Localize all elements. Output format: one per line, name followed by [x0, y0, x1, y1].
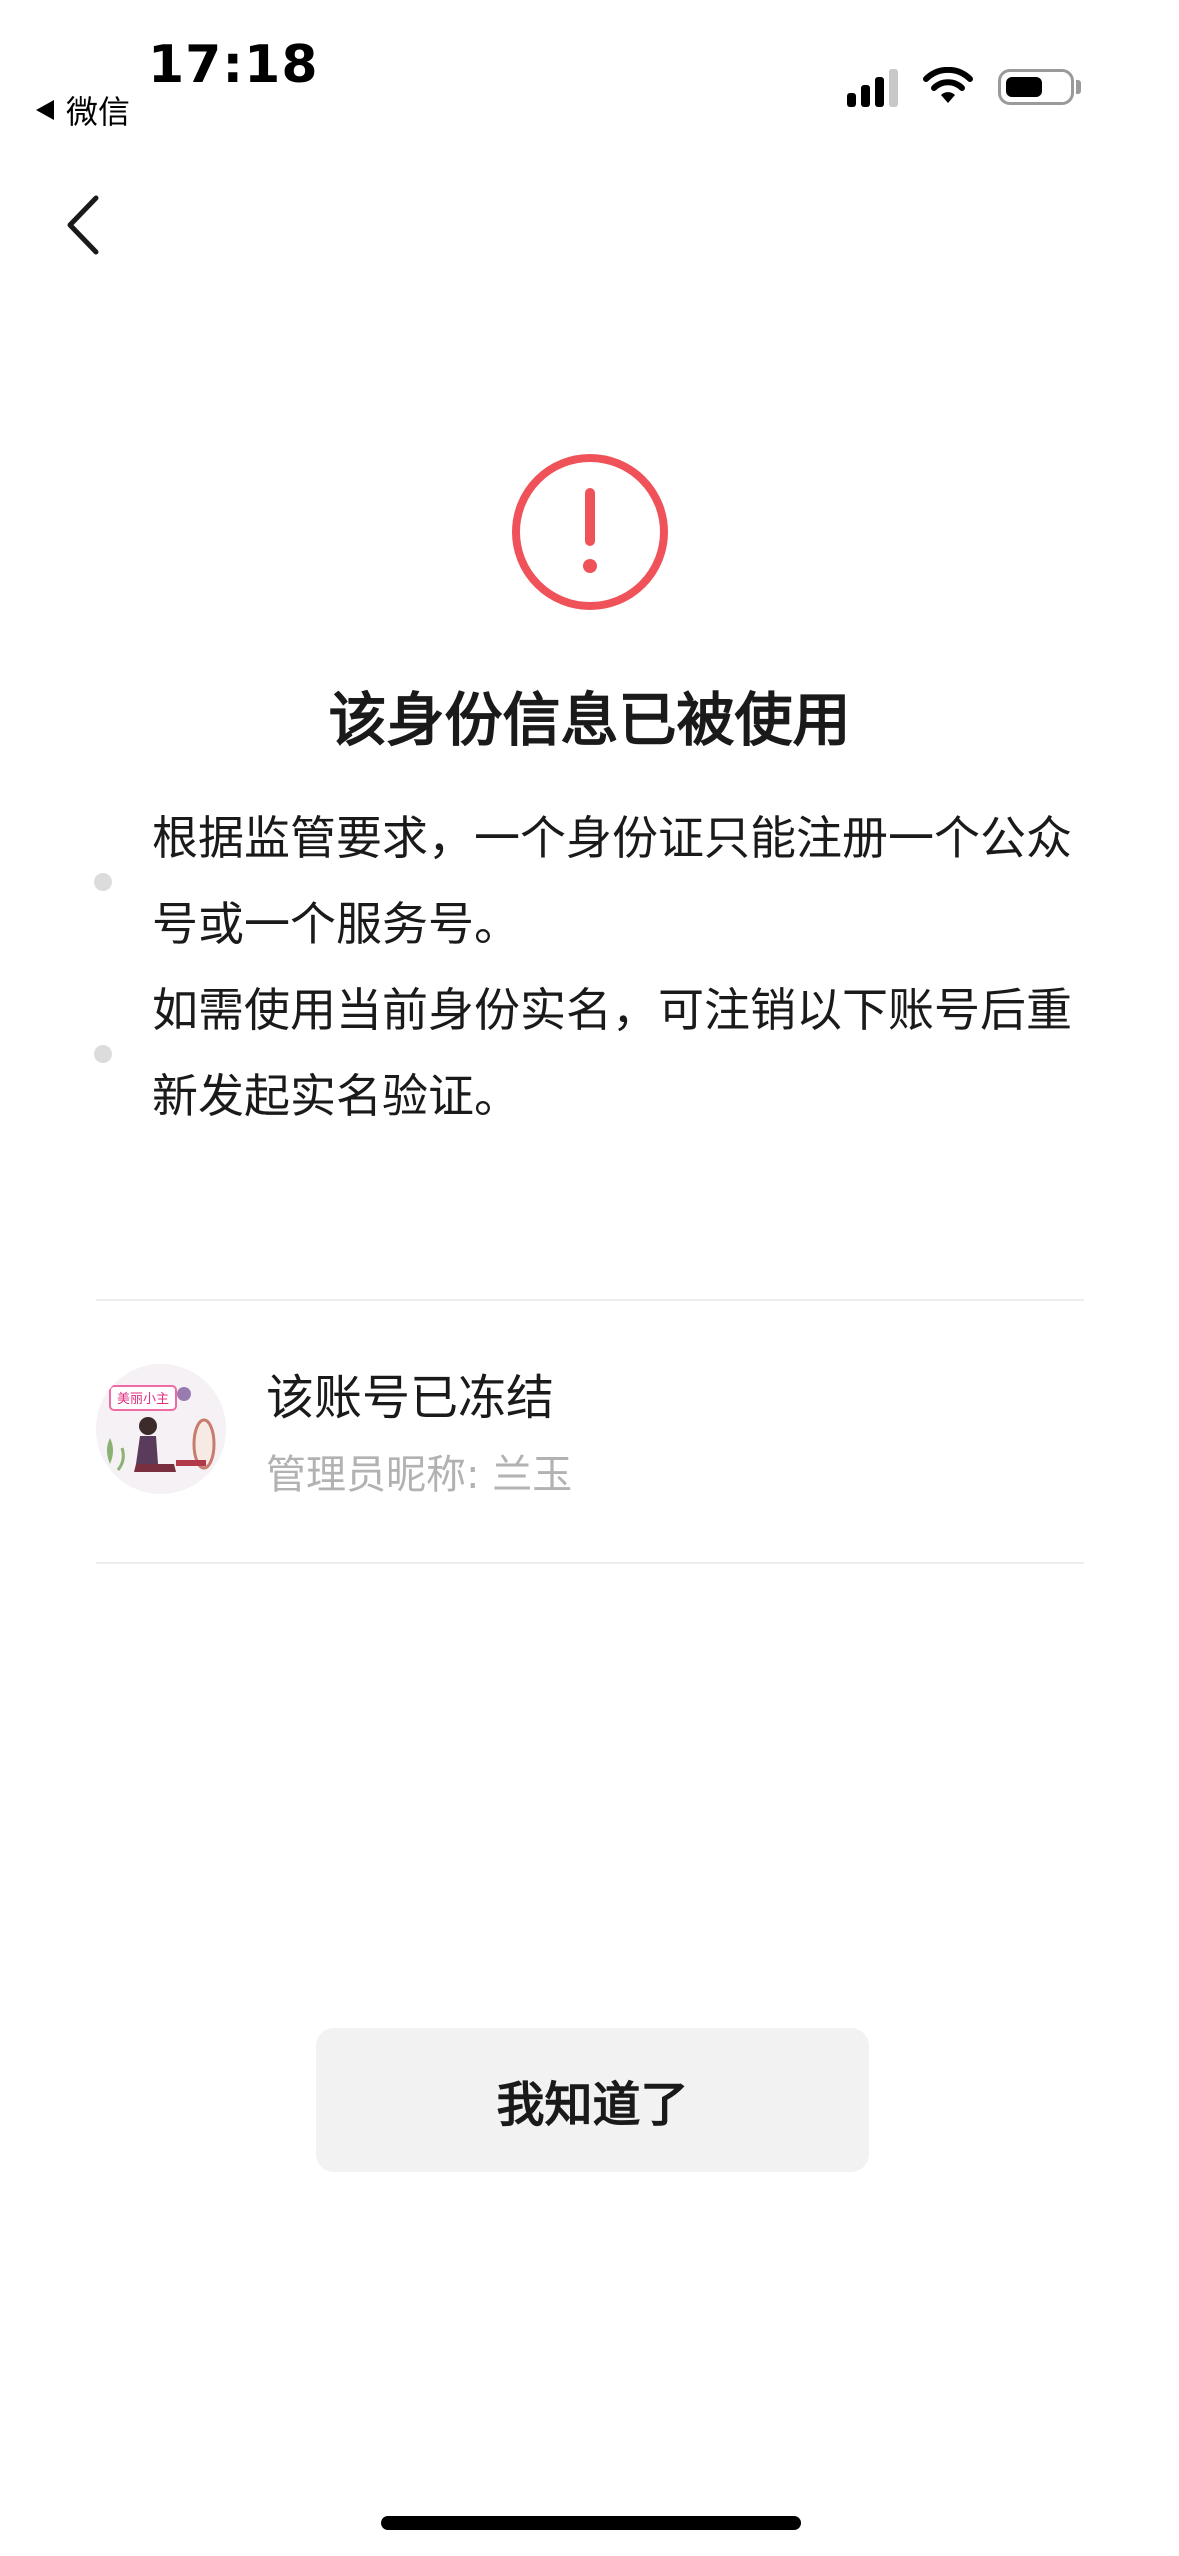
page-title: 该身份信息已被使用: [328, 686, 851, 754]
divider-bottom: [96, 1562, 1084, 1564]
status-back-to-app[interactable]: 微信: [36, 90, 131, 131]
bullet-dot: [94, 873, 112, 891]
back-triangle-icon: [36, 100, 54, 120]
avatar: 美丽小主: [96, 1364, 226, 1494]
home-indicator[interactable]: [381, 2516, 801, 2530]
account-status: 该账号已冻结: [266, 1370, 555, 1426]
chevron-left-icon[interactable]: [56, 190, 116, 260]
status-back-label: 微信: [66, 93, 131, 131]
notice-list: 根据监管要求，一个身份证只能注册一个公众号或一个服务号。 如需使用当前身份实名，…: [94, 795, 1094, 1139]
confirm-button[interactable]: 我知道了: [316, 2028, 869, 2172]
avatar-label: 美丽小主: [117, 1392, 169, 1407]
account-admin-nickname: 管理员昵称: 兰玉: [266, 1452, 573, 1498]
notice-text: 根据监管要求，一个身份证只能注册一个公众号或一个服务号。: [152, 811, 1072, 951]
battery-icon: [998, 69, 1074, 105]
notice-text: 如需使用当前身份实名，可注销以下账号后重新发起实名验证。: [152, 983, 1072, 1123]
notice-item: 如需使用当前身份实名，可注销以下账号后重新发起实名验证。: [94, 967, 1094, 1139]
avatar-illustration: 美丽小主: [96, 1364, 226, 1494]
exclamation-circle-icon: [512, 454, 668, 610]
bullet-dot: [94, 1045, 112, 1063]
account-card[interactable]: 美丽小主 该账号已冻结 管理员昵称: 兰玉: [96, 1300, 1084, 1562]
status-indicators: [847, 62, 1081, 112]
status-time: 17:18: [148, 35, 319, 95]
signal-icon: [847, 67, 898, 107]
wifi-icon: [923, 67, 973, 103]
notice-item: 根据监管要求，一个身份证只能注册一个公众号或一个服务号。: [94, 795, 1094, 967]
battery-cap: [1076, 80, 1081, 94]
